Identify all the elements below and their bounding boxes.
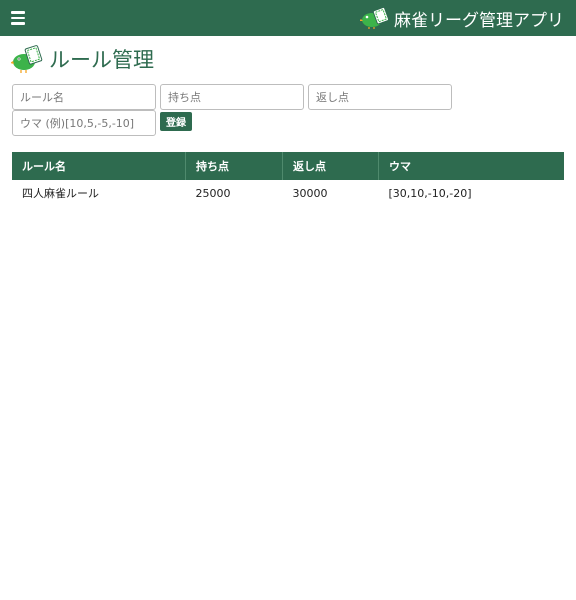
top-navbar: 麻雀リーグ管理アプリ	[0, 0, 576, 36]
cell-return-points: 30000	[292, 186, 328, 200]
bird-mahjong-icon	[11, 45, 43, 73]
hamburger-menu-icon[interactable]	[11, 11, 25, 25]
cell-rule-name: 四人麻雀ルール	[22, 187, 99, 200]
page-title: ルール管理	[49, 48, 154, 72]
app-title: 麻雀リーグ管理アプリ	[394, 10, 564, 31]
column-header-return-points: 返し点	[282, 152, 379, 180]
register-button[interactable]: 登録	[160, 112, 192, 131]
column-header-start-points: 持ち点	[185, 152, 283, 180]
rules-table: ルール名 持ち点 返し点 ウマ 四人麻雀ルール 25000 30000 [30,…	[12, 152, 564, 206]
return-points-input[interactable]	[308, 84, 452, 110]
column-header-rule-name: ルール名	[12, 152, 186, 180]
cell-uma: [30,10,-10,-20]	[388, 186, 472, 200]
bird-mahjong-icon	[360, 7, 390, 29]
column-header-uma: ウマ	[389, 160, 411, 173]
table-header-row: ルール名 持ち点 返し点 ウマ	[12, 152, 564, 180]
rule-name-input[interactable]	[12, 84, 156, 110]
start-points-input[interactable]	[160, 84, 304, 110]
page-header: ルール管理	[11, 44, 154, 74]
uma-input[interactable]	[12, 110, 156, 136]
cell-start-points: 25000	[195, 186, 231, 200]
app-brand[interactable]: 麻雀リーグ管理アプリ	[360, 4, 564, 32]
table-row[interactable]: 四人麻雀ルール 25000 30000 [30,10,-10,-20]	[12, 180, 564, 206]
